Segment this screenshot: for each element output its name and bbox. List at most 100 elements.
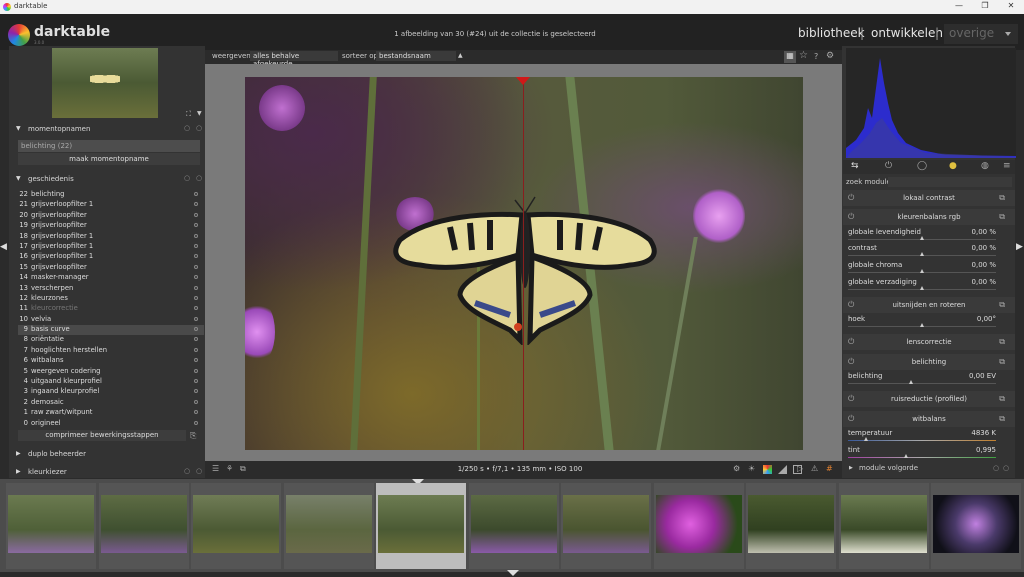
gear-icon[interactable]: ⚙ <box>826 51 834 61</box>
filmstrip-thumbnail[interactable] <box>6 483 96 569</box>
snapshots-header[interactable]: ▼ momentopnamen ○ ○ <box>12 122 204 136</box>
slider-angle[interactable]: hoek 0,00° <box>846 315 998 329</box>
history-item[interactable]: 10 velvia <box>18 315 204 325</box>
duplicate-manager-header[interactable]: ▶ duplo beheerder <box>12 447 204 461</box>
presets-icon[interactable]: ⧉ <box>999 300 1005 310</box>
history-item[interactable]: 22 belichting <box>18 190 204 200</box>
histogram[interactable] <box>846 48 1016 158</box>
filmstrip-thumbnail[interactable] <box>283 483 374 569</box>
left-panel-toggle-icon[interactable]: ◀ <box>0 242 7 252</box>
history-item[interactable]: 13 verscherpen <box>18 284 204 294</box>
history-create-style-icon[interactable]: ⎘ <box>190 431 196 441</box>
filmstrip-thumbnail[interactable] <box>376 483 466 569</box>
filmstrip-thumbnail[interactable] <box>653 483 744 569</box>
search-module-input[interactable] <box>888 177 1012 187</box>
reset-icon[interactable]: ○ <box>184 174 190 182</box>
history-item[interactable]: 6 witbalans <box>18 356 204 366</box>
presets-icon[interactable]: ⧉ <box>999 357 1005 367</box>
help-icon[interactable]: ? <box>814 52 818 61</box>
show-filter-dropdown[interactable]: alles behalve afgekeurde <box>250 51 338 68</box>
history-item[interactable]: 3 ingaand kleurprofiel <box>18 387 204 397</box>
history-item[interactable]: 4 uitgaand kleurprofiel <box>18 377 204 387</box>
reset-icon[interactable]: ○ <box>993 464 999 472</box>
presets-icon[interactable]: ⧉ <box>999 193 1005 203</box>
filmstrip-thumbnail[interactable] <box>838 483 929 569</box>
color-tab-icon[interactable]: ● <box>949 161 957 171</box>
filmstrip-thumbnail[interactable] <box>561 483 651 569</box>
history-item[interactable]: 8 oriëntatie <box>18 335 204 345</box>
filmstrip-thumbnail[interactable] <box>468 483 559 569</box>
zoom-dropdown-icon[interactable]: ▼ <box>197 110 202 117</box>
softproof-icon[interactable] <box>763 465 772 474</box>
minimize-button[interactable]: — <box>950 1 968 13</box>
history-item[interactable]: 2 demosaic <box>18 398 204 408</box>
history-item[interactable]: 15 grijsverloopfilter <box>18 263 204 273</box>
play-icon[interactable]: ▷ <box>797 464 803 473</box>
history-item[interactable]: 19 grijsverloopfilter <box>18 221 204 231</box>
warning-icon[interactable]: ⚠ <box>811 464 818 473</box>
menu-icon[interactable]: ☰ <box>212 464 219 473</box>
slider-tint[interactable]: tint 0,995 <box>846 446 998 460</box>
slider-contrast[interactable]: contrast 0,00 % <box>846 244 998 258</box>
module-color-balance[interactable]: ⏻ kleurenbalans rgb ⧉ <box>843 209 1015 225</box>
filmstrip-thumbnail[interactable] <box>191 483 281 569</box>
effects-tab-icon[interactable]: ◍ <box>981 161 989 171</box>
reset-icon[interactable]: ○ <box>184 124 190 132</box>
history-item[interactable]: 17 grijsverloopfilter 1 <box>18 242 204 252</box>
filmstrip-thumbnail[interactable] <box>931 483 1021 569</box>
presets-icon[interactable]: ⧉ <box>999 212 1005 222</box>
iso-icon[interactable]: ⚙ <box>733 464 740 473</box>
history-item[interactable]: 5 weergeven codering <box>18 367 204 377</box>
module-order[interactable]: ▶ module volgorde ○ ○ <box>843 464 1015 476</box>
history-item[interactable]: 7 hooglichten herstellen <box>18 346 204 356</box>
snapshot-item[interactable]: belichting (22) <box>18 140 200 152</box>
history-item[interactable]: 12 kleurzones <box>18 294 204 304</box>
presets-icon[interactable]: ⧉ <box>999 414 1005 424</box>
sort-direction-icon[interactable]: ▲ <box>458 52 463 59</box>
filmstrip-thumbnail[interactable] <box>98 483 189 569</box>
history-item[interactable]: 16 grijsverloopfilter 1 <box>18 252 204 262</box>
presets-icon[interactable]: ○ <box>1003 464 1009 472</box>
second-window-icon[interactable]: ⧉ <box>240 464 246 474</box>
presets-icon[interactable]: ○ <box>196 467 202 475</box>
module-white-balance[interactable]: ⏻ witbalans ⧉ <box>843 411 1015 427</box>
main-photo[interactable] <box>245 77 803 450</box>
slider-global-saturation[interactable]: globale verzadiging 0,00 % <box>846 278 998 292</box>
presets-icon[interactable]: ○ <box>196 174 202 182</box>
module-exposure[interactable]: ⏻ belichting ⧉ <box>843 354 1015 370</box>
sort-dropdown[interactable]: bestandsnaam <box>376 51 456 61</box>
grid-icon[interactable]: ▦ <box>784 51 796 63</box>
circle-tab-icon[interactable]: ◯ <box>917 161 927 171</box>
slider-exposure[interactable]: belichting 0,00 EV <box>846 372 998 386</box>
guides-icon[interactable]: # <box>826 464 833 473</box>
maximize-button[interactable]: ❐ <box>976 1 994 13</box>
close-button[interactable]: ✕ <box>1002 1 1020 13</box>
history-header[interactable]: ▼ geschiedenis ○ ○ <box>12 172 204 186</box>
more-tab-icon[interactable]: ≡ <box>1003 161 1011 171</box>
bottom-panel-toggle-icon[interactable] <box>507 570 519 576</box>
history-item[interactable]: 9 basis curve <box>18 325 204 336</box>
split-marker-icon[interactable] <box>516 77 530 85</box>
navigation-thumbnail[interactable] <box>52 48 158 118</box>
presets-icon[interactable]: ○ <box>196 124 202 132</box>
history-item[interactable]: 21 grijsverloopfilter 1 <box>18 200 204 210</box>
module-local-contrast[interactable]: ⏻ lokaal contrast ⧉ <box>843 190 1015 206</box>
history-item[interactable]: 11 kleurcorrectie <box>18 304 204 314</box>
star-icon[interactable]: ☆ <box>799 50 808 61</box>
colorpicker-header[interactable]: ▶ kleurkiezer ○ ○ <box>12 465 204 479</box>
module-crop-rotate[interactable]: ⏻ uitsnijden en roteren ⧉ <box>843 297 1015 313</box>
view-library[interactable]: bibliotheek <box>798 26 865 40</box>
filmstrip-thumbnail[interactable] <box>746 483 836 569</box>
slider-global-vibrance[interactable]: globale levendigheid 0,00 % <box>846 228 998 242</box>
bulb-icon[interactable]: ☀ <box>748 464 755 473</box>
gamut-icon[interactable] <box>778 465 787 474</box>
history-item[interactable]: 18 grijsverloopfilter 1 <box>18 232 204 242</box>
take-snapshot-button[interactable]: maak momentopname <box>18 153 200 165</box>
history-item[interactable]: 0 origineel <box>18 419 204 429</box>
slider-global-chroma[interactable]: globale chroma 0,00 % <box>846 261 998 275</box>
module-lens-correction[interactable]: ⏻ lenscorrectie ⧉ <box>843 334 1015 350</box>
zoom-fit-icon[interactable]: ⛶ <box>186 110 191 119</box>
power-tab-icon[interactable]: ⏻ <box>885 161 892 171</box>
history-item[interactable]: 14 masker-manager <box>18 273 204 283</box>
slider-temperature[interactable]: temperatuur 4836 K <box>846 429 998 443</box>
